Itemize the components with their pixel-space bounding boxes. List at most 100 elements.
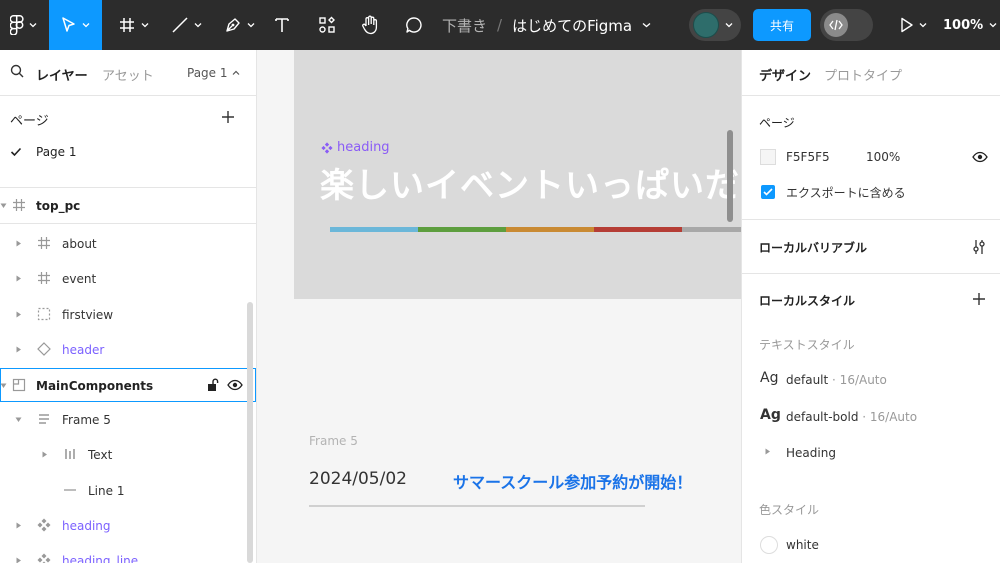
zoom-menu[interactable]: 100% <box>943 0 997 50</box>
heading-tag-label: heading <box>337 140 390 155</box>
chevron-down-icon <box>989 23 997 28</box>
search-icon[interactable] <box>10 64 24 78</box>
layers-panel: レイヤー アセット Page 1 ページ Page 1 top_pc about… <box>0 50 257 563</box>
tab-prototype[interactable]: プロトタイプ <box>824 65 902 84</box>
breadcrumb-separator: / <box>497 16 503 34</box>
layer-frame-5[interactable]: Frame 5 <box>0 403 250 437</box>
hand-icon <box>362 15 378 35</box>
zoom-level: 100% <box>943 17 984 33</box>
properties-panel: デザイン プロトタイプ ページ F5F5F5 100% エクスポートに含める ロ… <box>741 50 1000 563</box>
frame-hash-icon <box>38 272 50 284</box>
text-style-meta: · 16/Auto <box>828 373 887 387</box>
add-page-plus-icon[interactable] <box>220 109 236 125</box>
tab-layers[interactable]: レイヤー <box>36 65 88 84</box>
left-panel-tabs: レイヤー アセット Page 1 <box>0 50 256 95</box>
layer-maincomponents[interactable]: MainComponents <box>0 368 256 402</box>
firstview-frame[interactable]: heading 楽しいイベントいっぱいだ <box>294 50 741 299</box>
divider <box>742 219 1000 220</box>
text-style-item[interactable]: default · 16/Auto <box>786 373 887 387</box>
news-title-text[interactable]: サマースクール参加予約が開始！ <box>453 469 692 493</box>
text-tool-button[interactable] <box>268 0 296 50</box>
text-style-item[interactable]: default-bold · 16/Auto <box>786 410 917 424</box>
divider <box>0 223 256 224</box>
layer-event[interactable]: event <box>0 262 250 296</box>
add-style-plus-icon[interactable] <box>972 292 986 306</box>
cursor-arrow-icon <box>62 17 75 32</box>
layer-text[interactable]: Text <box>0 438 250 472</box>
caret-right-icon <box>16 557 21 563</box>
frame-5-label[interactable]: Frame 5 <box>309 434 358 448</box>
layer-top-pc[interactable]: top_pc <box>0 189 250 223</box>
unlock-icon[interactable] <box>207 378 219 392</box>
variables-sliders-icon[interactable] <box>971 239 987 255</box>
tab-assets[interactable]: アセット <box>102 65 154 84</box>
dev-mode-toggle[interactable] <box>820 9 873 41</box>
section-icon <box>37 307 51 321</box>
text-style-group-heading[interactable]: Heading <box>764 446 836 460</box>
canvas-scrollbar[interactable] <box>727 130 733 222</box>
component-icon <box>37 553 51 563</box>
present-button[interactable] <box>893 0 933 50</box>
color-style-name[interactable]: white <box>786 538 819 552</box>
page-selector[interactable]: Page 1 <box>187 66 240 80</box>
user-avatar-menu[interactable] <box>689 9 741 41</box>
page-item-page-1[interactable]: Page 1 <box>0 140 256 166</box>
eye-icon[interactable] <box>227 379 243 391</box>
comment-bubble-icon <box>406 17 422 33</box>
checkmark-icon <box>763 188 773 196</box>
layers-scrollbar[interactable] <box>247 302 253 563</box>
layer-label: about <box>62 237 97 251</box>
comment-tool-button[interactable] <box>400 0 428 50</box>
hero-title-text[interactable]: 楽しいイベントいっぱいだ <box>320 158 740 207</box>
play-icon <box>900 17 913 33</box>
chevron-down-icon[interactable] <box>642 22 651 28</box>
local-styles-title: ローカルスタイル <box>759 294 856 308</box>
chevron-down-icon <box>141 23 148 28</box>
page-item-label: Page 1 <box>36 145 77 159</box>
tab-design[interactable]: デザイン <box>759 65 811 84</box>
layer-header[interactable]: header <box>0 333 250 367</box>
project-draft-link[interactable]: 下書き <box>442 15 487 36</box>
eye-icon[interactable] <box>972 151 988 163</box>
color-bar-segment <box>682 227 741 232</box>
news-divider-line[interactable] <box>309 505 645 507</box>
text-style-meta: · 16/Auto <box>858 410 918 424</box>
layer-label: Text <box>88 448 113 462</box>
main-menu-button[interactable] <box>0 0 46 50</box>
layer-about[interactable]: about <box>0 227 250 261</box>
file-name[interactable]: はじめてのFigma <box>512 15 632 36</box>
caret-down-icon <box>0 383 7 388</box>
page-color-hex[interactable]: F5F5F5 <box>786 150 830 164</box>
page-color-swatch[interactable] <box>760 149 776 165</box>
style-group-label: Heading <box>786 446 836 460</box>
news-date-text[interactable]: 2024/05/02 <box>309 469 407 489</box>
frame-tool-button[interactable] <box>110 0 156 50</box>
share-button[interactable]: 共有 <box>753 9 811 41</box>
pen-icon <box>225 18 240 32</box>
file-breadcrumb: 下書き / はじめてのFigma <box>442 0 651 50</box>
shape-tool-button[interactable] <box>163 0 209 50</box>
layer-heading-line[interactable]: heading_line <box>0 544 250 563</box>
caret-right-icon <box>16 346 21 353</box>
move-tool-button[interactable] <box>49 0 102 50</box>
frame-hash-icon <box>13 199 25 211</box>
avatar <box>693 12 719 38</box>
design-canvas[interactable]: heading 楽しいイベントいっぱいだ Frame 5 2024/05/02 … <box>257 50 741 563</box>
vertical-layout-icon <box>39 414 49 424</box>
heading-component-tag[interactable]: heading <box>321 140 390 155</box>
color-style-swatch[interactable] <box>760 536 778 554</box>
color-bar-segment <box>506 227 594 232</box>
section-box-icon <box>12 378 26 392</box>
code-brackets-icon <box>824 13 848 37</box>
page-color-opacity[interactable]: 100% <box>866 150 900 164</box>
layer-heading[interactable]: heading <box>0 509 250 543</box>
layer-firstview[interactable]: firstview <box>0 298 250 332</box>
export-checkbox[interactable] <box>761 185 775 199</box>
pen-tool-button[interactable] <box>216 0 262 50</box>
hand-tool-button[interactable] <box>356 0 384 50</box>
text-style-name: default-bold <box>786 410 859 424</box>
resources-tool-button[interactable] <box>312 0 342 50</box>
layer-line-1[interactable]: Line 1 <box>0 474 250 508</box>
layer-label: header <box>62 343 105 357</box>
chevron-up-icon <box>232 70 239 75</box>
